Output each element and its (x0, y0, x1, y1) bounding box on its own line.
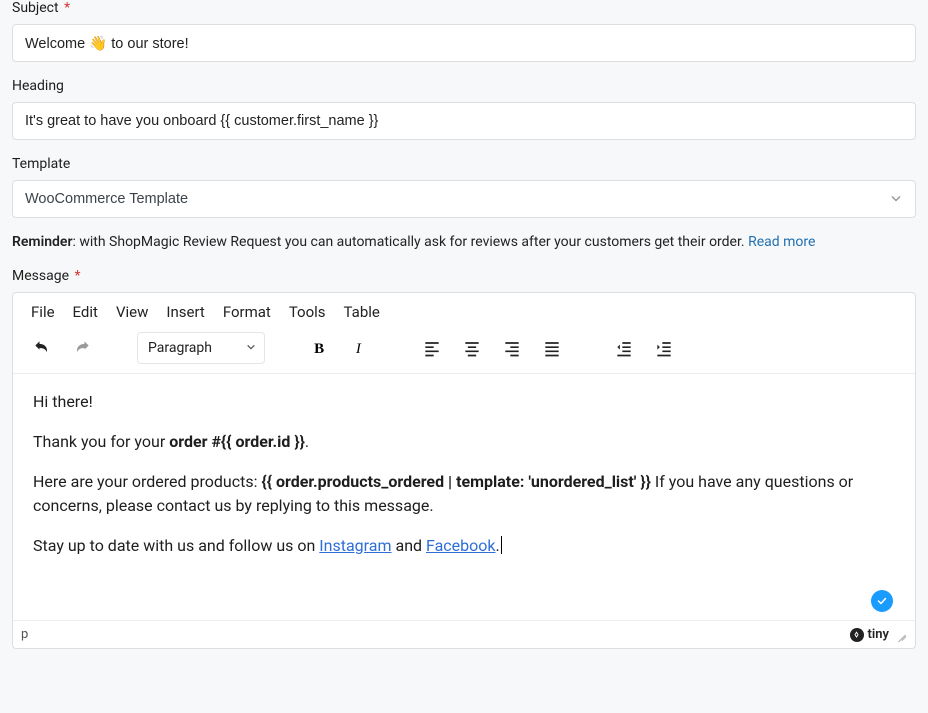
message-paragraph: Stay up to date with us and follow us on… (33, 534, 895, 558)
reminder-text: Reminder: with ShopMagic Review Request … (12, 234, 916, 250)
template-select-wrap (12, 180, 916, 218)
redo-button[interactable] (65, 331, 99, 365)
svg-text:I: I (355, 341, 362, 357)
reminder-read-more-link[interactable]: Read more (748, 234, 815, 250)
message-paragraph: Hi there! (33, 390, 895, 414)
editor-toolbar: Paragraph B I (13, 329, 915, 374)
facebook-link[interactable]: Facebook (426, 536, 495, 555)
align-left-button[interactable] (415, 331, 449, 365)
template-label: Template (12, 156, 916, 172)
editor-content[interactable]: Hi there! Thank you for your order #{{ o… (13, 374, 915, 620)
undo-button[interactable] (25, 331, 59, 365)
menu-file[interactable]: File (31, 303, 55, 321)
bold-button[interactable]: B (303, 331, 337, 365)
menu-edit[interactable]: Edit (73, 303, 98, 321)
text-cursor (501, 536, 502, 554)
subject-label-text: Subject (12, 0, 59, 16)
tinymce-logo[interactable]: ⬨tiny (850, 627, 889, 642)
message-label: Message * (12, 268, 916, 284)
template-field: Template (12, 156, 916, 218)
menu-format[interactable]: Format (223, 303, 271, 321)
paragraph-format-label: Paragraph (148, 340, 212, 356)
grammarly-check-icon[interactable] (871, 590, 893, 612)
italic-button[interactable]: I (343, 331, 377, 365)
heading-field: Heading (12, 78, 916, 140)
reminder-body: : with ShopMagic Review Request you can … (73, 234, 749, 250)
paragraph-format-dropdown[interactable]: Paragraph (137, 332, 265, 364)
element-path[interactable]: p (21, 627, 28, 642)
menu-table[interactable]: Table (344, 303, 380, 321)
editor-menubar: File Edit View Insert Format Tools Table (13, 293, 915, 329)
align-center-button[interactable] (455, 331, 489, 365)
svg-text:B: B (314, 341, 324, 357)
message-label-text: Message (12, 268, 69, 284)
required-asterisk: * (74, 268, 80, 284)
editor-statusbar: p ⬨tiny (13, 620, 915, 648)
message-paragraph: Thank you for your order #{{ order.id }}… (33, 430, 895, 454)
heading-label: Heading (12, 78, 916, 94)
reminder-bold: Reminder (12, 234, 73, 250)
outdent-button[interactable] (607, 331, 641, 365)
heading-input[interactable] (12, 102, 916, 140)
align-right-button[interactable] (495, 331, 529, 365)
menu-insert[interactable]: Insert (166, 303, 204, 321)
subject-input[interactable] (12, 24, 916, 62)
subject-field: Subject * (12, 0, 916, 62)
required-asterisk: * (64, 0, 70, 16)
menu-tools[interactable]: Tools (289, 303, 326, 321)
menu-view[interactable]: View (116, 303, 148, 321)
indent-button[interactable] (647, 331, 681, 365)
template-select[interactable] (12, 180, 916, 218)
subject-label: Subject * (12, 0, 916, 16)
chevron-down-icon (246, 340, 256, 356)
rich-text-editor: File Edit View Insert Format Tools Table… (12, 292, 916, 649)
align-justify-button[interactable] (535, 331, 569, 365)
message-paragraph: Here are your ordered products: {{ order… (33, 470, 895, 518)
resize-handle-icon[interactable] (895, 629, 907, 641)
instagram-link[interactable]: Instagram (319, 536, 391, 555)
message-field: Message * (12, 268, 916, 284)
